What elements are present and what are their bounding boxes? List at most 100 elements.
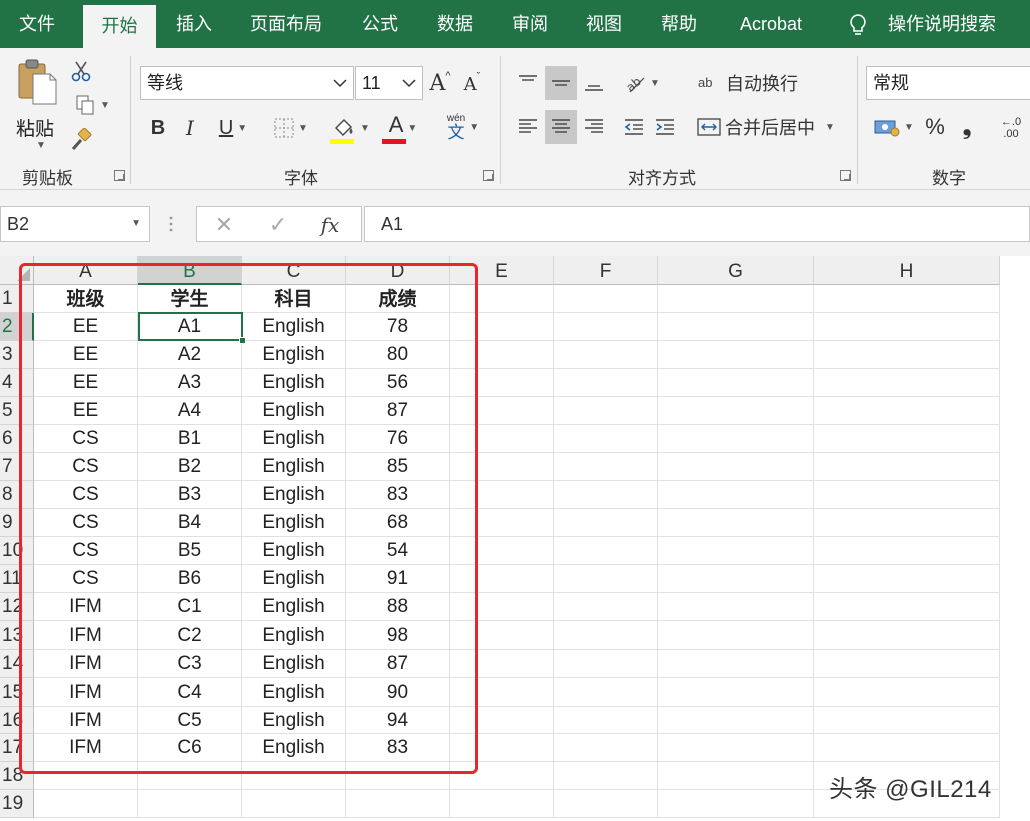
cell-c8[interactable]: English xyxy=(242,481,346,509)
underline-button[interactable]: U ▼ xyxy=(210,114,256,142)
cell-e17[interactable] xyxy=(450,734,554,762)
cell-f10[interactable] xyxy=(554,537,658,565)
cell-h11[interactable] xyxy=(814,565,1000,593)
cell-h2[interactable] xyxy=(814,313,1000,341)
accounting-format-button[interactable]: ▼ xyxy=(870,112,918,142)
column-header-c[interactable]: C xyxy=(242,256,346,285)
cell-d14[interactable]: 87 xyxy=(346,650,450,678)
cell-a4[interactable]: EE xyxy=(34,369,138,397)
cell-b5[interactable]: A4 xyxy=(138,397,242,425)
number-format-select[interactable]: 常规 xyxy=(866,66,1030,100)
cell-e13[interactable] xyxy=(450,621,554,650)
italic-button[interactable]: I xyxy=(178,114,202,142)
column-header-d[interactable]: D xyxy=(346,256,450,285)
cell-e10[interactable] xyxy=(450,537,554,565)
cell-f17[interactable] xyxy=(554,734,658,762)
cell-b4[interactable]: A3 xyxy=(138,369,242,397)
cell-d11[interactable]: 91 xyxy=(346,565,450,593)
cell-b9[interactable]: B4 xyxy=(138,509,242,537)
cell-d7[interactable]: 85 xyxy=(346,453,450,481)
cell-g3[interactable] xyxy=(658,341,814,369)
name-box[interactable]: B2 ▼ xyxy=(0,206,150,242)
cell-c4[interactable]: English xyxy=(242,369,346,397)
cell-a13[interactable]: IFM xyxy=(34,621,138,650)
select-all-button[interactable] xyxy=(0,256,34,285)
align-right-button[interactable] xyxy=(580,110,608,144)
bold-button[interactable]: B xyxy=(146,114,170,142)
row-header-13[interactable]: 13 xyxy=(0,621,34,650)
cell-g7[interactable] xyxy=(658,453,814,481)
tab-home[interactable]: 开始 xyxy=(83,5,156,48)
cell-a14[interactable]: IFM xyxy=(34,650,138,678)
lightbulb-icon[interactable] xyxy=(848,13,868,37)
cell-b14[interactable]: C3 xyxy=(138,650,242,678)
cell-c9[interactable]: English xyxy=(242,509,346,537)
font-name-select[interactable]: 等线 xyxy=(140,66,354,100)
cell-e1[interactable] xyxy=(450,285,554,313)
tab-file[interactable]: 文件 xyxy=(4,0,70,48)
cell-h5[interactable] xyxy=(814,397,1000,425)
header-cell-student[interactable]: 学生 xyxy=(138,285,242,313)
row-header-18[interactable]: 18 xyxy=(0,762,34,790)
cell-f11[interactable] xyxy=(554,565,658,593)
cell-a12[interactable]: IFM xyxy=(34,593,138,621)
cell-a17[interactable]: IFM xyxy=(34,734,138,762)
cell-g11[interactable] xyxy=(658,565,814,593)
fill-color-button[interactable]: ▼ xyxy=(328,112,374,144)
row-header-4[interactable]: 4 xyxy=(0,369,34,397)
cell-f8[interactable] xyxy=(554,481,658,509)
row-header-6[interactable]: 6 xyxy=(0,425,34,453)
tab-insert[interactable]: 插入 xyxy=(165,0,223,48)
cell-e4[interactable] xyxy=(450,369,554,397)
cell-f19[interactable] xyxy=(554,790,658,818)
cell-h3[interactable] xyxy=(814,341,1000,369)
font-color-button[interactable]: A ▼ xyxy=(380,112,426,144)
font-size-select[interactable]: 11 xyxy=(355,66,423,100)
cell-d12[interactable]: 88 xyxy=(346,593,450,621)
cell-d2[interactable]: 78 xyxy=(346,313,450,341)
row-header-15[interactable]: 15 xyxy=(0,678,34,707)
formula-input[interactable]: A1 xyxy=(364,206,1030,242)
cell-c16[interactable]: English xyxy=(242,707,346,734)
drag-handle-icon[interactable] xyxy=(168,214,174,234)
cell-c15[interactable]: English xyxy=(242,678,346,707)
cell-g15[interactable] xyxy=(658,678,814,707)
cell-h7[interactable] xyxy=(814,453,1000,481)
cell-e9[interactable] xyxy=(450,509,554,537)
cell-c3[interactable]: English xyxy=(242,341,346,369)
cell-d18[interactable] xyxy=(346,762,450,790)
cell-f13[interactable] xyxy=(554,621,658,650)
cell-d8[interactable]: 83 xyxy=(346,481,450,509)
cell-d17[interactable]: 83 xyxy=(346,734,450,762)
cell-f15[interactable] xyxy=(554,678,658,707)
cell-e6[interactable] xyxy=(450,425,554,453)
tell-me-search[interactable]: 操作说明搜索 xyxy=(880,0,1004,48)
cell-c7[interactable]: English xyxy=(242,453,346,481)
increase-font-size-button[interactable]: A ^ xyxy=(428,68,452,98)
cell-d13[interactable]: 98 xyxy=(346,621,450,650)
row-header-16[interactable]: 16 xyxy=(0,707,34,734)
cell-h1[interactable] xyxy=(814,285,1000,313)
top-align-button[interactable] xyxy=(514,66,542,100)
tab-view[interactable]: 视图 xyxy=(574,0,634,48)
borders-button[interactable]: ▼ xyxy=(268,114,314,142)
cell-d4[interactable]: 56 xyxy=(346,369,450,397)
cell-b3[interactable]: A2 xyxy=(138,341,242,369)
cell-f12[interactable] xyxy=(554,593,658,621)
copy-button[interactable]: ▼ xyxy=(70,94,114,116)
cell-g13[interactable] xyxy=(658,621,814,650)
cell-d19[interactable] xyxy=(346,790,450,818)
cell-g4[interactable] xyxy=(658,369,814,397)
header-cell-class[interactable]: 班级 xyxy=(34,285,138,313)
cell-a5[interactable]: EE xyxy=(34,397,138,425)
cell-d15[interactable]: 90 xyxy=(346,678,450,707)
cell-f14[interactable] xyxy=(554,650,658,678)
merge-center-button[interactable]: 合并后居中 ▼ xyxy=(697,112,845,142)
cell-a11[interactable]: CS xyxy=(34,565,138,593)
cell-g12[interactable] xyxy=(658,593,814,621)
cell-f5[interactable] xyxy=(554,397,658,425)
alignment-launcher-icon[interactable] xyxy=(840,170,851,181)
tab-data[interactable]: 数据 xyxy=(425,0,485,48)
cell-a7[interactable]: CS xyxy=(34,453,138,481)
cell-c2[interactable]: English xyxy=(242,313,346,341)
